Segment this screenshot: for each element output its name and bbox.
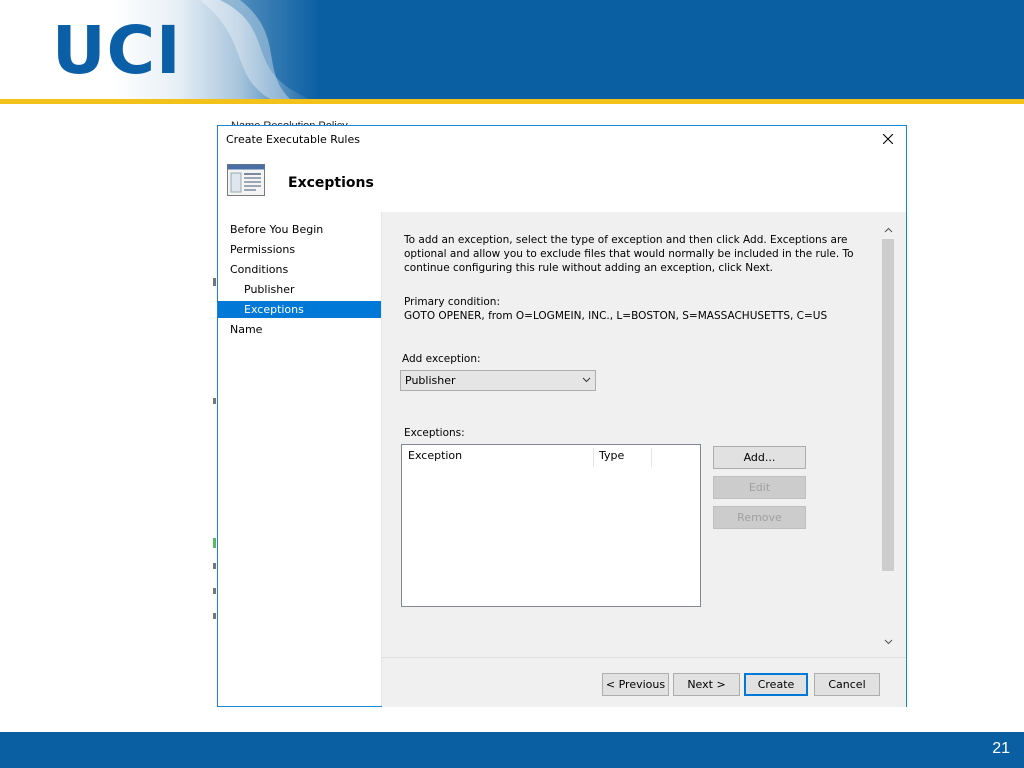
add-exception-dropdown[interactable]: Publisher <box>400 370 596 391</box>
slide-number: 21 <box>992 740 1010 757</box>
background-mark <box>213 613 216 619</box>
intro-line: continue configuring this rule without a… <box>404 262 774 274</box>
scroll-down-arrow[interactable] <box>880 635 896 649</box>
scrollbar-thumb[interactable] <box>882 239 894 571</box>
background-mark <box>213 563 216 569</box>
column-separator <box>593 448 594 467</box>
wizard-page-icon <box>227 164 265 196</box>
slide-header: UCI <box>0 0 1024 99</box>
header-swirl-graphic <box>200 0 340 99</box>
dialog-footer: < Previous Next > Create Cancel <box>382 657 906 707</box>
nav-item-before-you-begin[interactable]: Before You Begin <box>218 221 381 238</box>
add-exception-value: Publisher <box>405 374 456 387</box>
intro-line: To add an exception, select the type of … <box>404 234 848 246</box>
create-button[interactable]: Create <box>744 673 808 696</box>
gold-rule <box>0 99 1024 104</box>
intro-line: optional and allow you to exclude files … <box>404 248 854 260</box>
nav-item-exceptions[interactable]: Exceptions <box>218 301 381 318</box>
nav-item-name[interactable]: Name <box>218 321 381 338</box>
close-icon <box>883 134 893 144</box>
vertical-scrollbar[interactable] <box>880 222 896 650</box>
previous-button[interactable]: < Previous <box>602 673 669 696</box>
nav-item-conditions[interactable]: Conditions <box>218 261 381 278</box>
remove-button[interactable]: Remove <box>713 506 806 529</box>
exceptions-label: Exceptions: <box>404 427 465 439</box>
chevron-up-icon <box>884 227 892 233</box>
slide-footer: 21 <box>0 732 1024 768</box>
primary-condition-value: GOTO OPENER, from O=LOGMEIN, INC., L=BOS… <box>404 310 828 322</box>
background-mark <box>213 398 216 404</box>
exceptions-list[interactable]: Exception Type <box>401 444 701 607</box>
add-exception-label: Add exception: <box>402 353 481 365</box>
page-heading: Exceptions <box>288 175 374 191</box>
background-mark <box>213 278 216 286</box>
edit-button[interactable]: Edit <box>713 476 806 499</box>
background-mark <box>213 538 216 548</box>
nav-item-permissions[interactable]: Permissions <box>218 241 381 258</box>
dialog-title: Create Executable Rules <box>226 133 360 146</box>
scroll-up-arrow[interactable] <box>880 223 896 237</box>
create-executable-rules-dialog: Create Executable Rules Exceptions Befor… <box>217 125 907 707</box>
background-mark <box>213 588 216 594</box>
close-button[interactable] <box>876 128 900 150</box>
chevron-down-icon <box>582 377 591 383</box>
column-header-exception[interactable]: Exception <box>408 449 462 462</box>
add-button[interactable]: Add... <box>713 446 806 469</box>
next-button[interactable]: Next > <box>673 673 740 696</box>
dialog-header: Exceptions <box>218 156 906 212</box>
wizard-nav: Before You Begin Permissions Conditions … <box>218 212 382 706</box>
content-pane: To add an exception, select the type of … <box>382 212 906 657</box>
cancel-button[interactable]: Cancel <box>814 673 880 696</box>
uci-logo: UCI <box>52 12 182 89</box>
primary-condition-label: Primary condition: <box>404 296 500 308</box>
nav-item-publisher[interactable]: Publisher <box>218 281 381 298</box>
column-separator <box>651 448 652 467</box>
chevron-down-icon <box>884 639 892 645</box>
column-header-type[interactable]: Type <box>599 449 624 462</box>
